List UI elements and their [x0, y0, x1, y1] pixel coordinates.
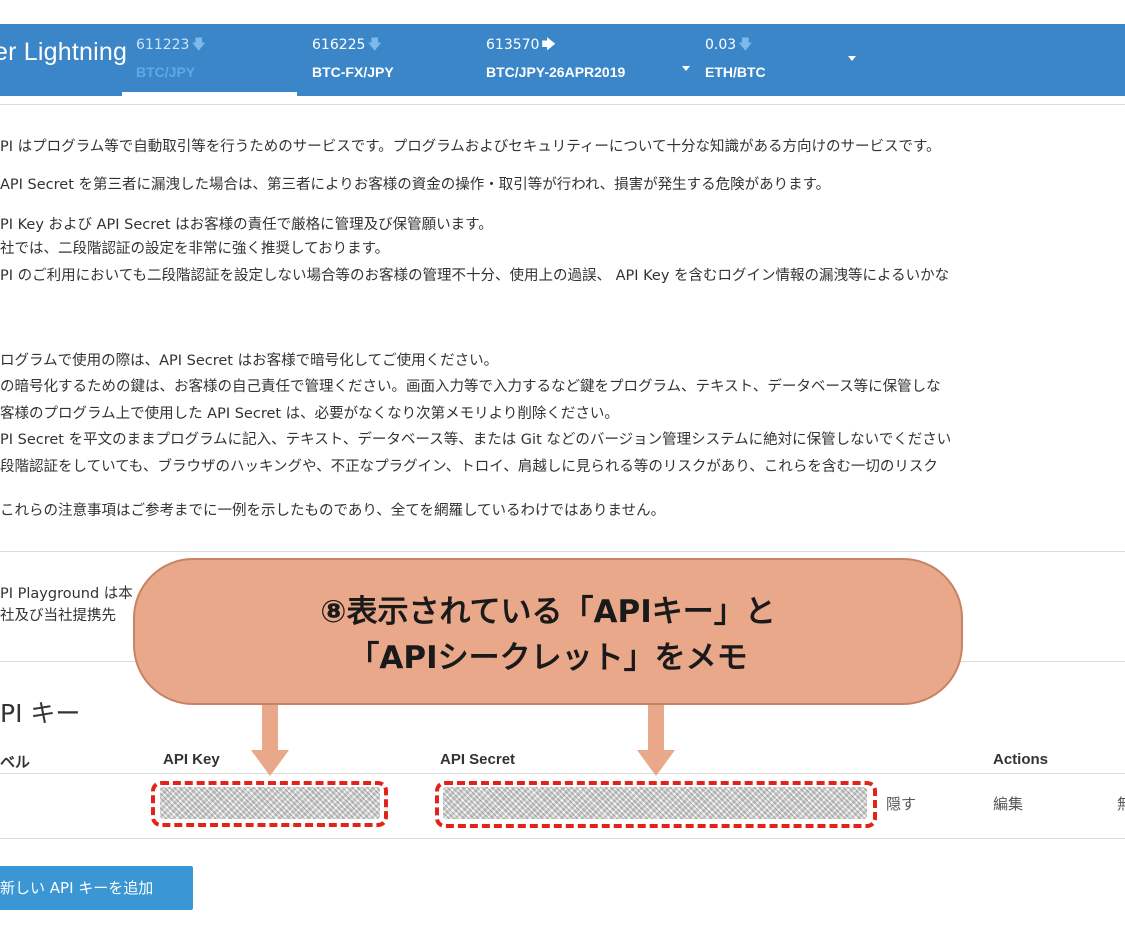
chevron-down-icon[interactable] [848, 56, 856, 61]
annotation-text-line1: ⑧表示されている「APIキー」と [320, 594, 776, 630]
ticker-btc-jpy[interactable]: 611223 🡇 BTC/JPY [136, 34, 206, 80]
api-secret-highlight [435, 781, 877, 828]
notice-line: 社では、二段階認証の設定を非常に強く推奨しております。 [0, 241, 390, 257]
hide-link[interactable]: 隠す [886, 793, 916, 814]
ticker-eth-btc[interactable]: 0.03 🡇 ETH/BTC [705, 34, 766, 80]
ticker-pair: BTC-FX/JPY [312, 64, 394, 80]
notice-line: これらの注意事項はご参考までに一例を示したものであり、全てを網羅しているわけでは… [0, 503, 666, 519]
ticker-pair: BTC/JPY-26APR2019 [486, 64, 626, 80]
divider [0, 104, 1125, 105]
column-header-api-key: API Key [163, 751, 220, 768]
arrow-right-icon: 🡆 [541, 37, 556, 53]
playground-line: 社及び当社提携先 [0, 608, 116, 624]
ticker-price: 0.03 [705, 37, 737, 53]
arrow-down-icon: 🡇 [191, 37, 206, 53]
ticker-btc-jpy-future[interactable]: 613570 🡆 BTC/JPY-26APR2019 [486, 34, 625, 80]
ticker-price: 611223 [136, 37, 190, 53]
chevron-down-icon[interactable] [682, 66, 690, 71]
notice-line: 段階認証をしていても、ブラウザのハッキングや、不正なプラグイン、トロイ、肩越しに… [0, 459, 938, 475]
notice-line: PI Key および API Secret はお客様の責任で厳格に管理及び保管願… [0, 217, 493, 233]
annotation-text-line2: 「APIシークレット」をメモ [348, 640, 748, 676]
active-tab-indicator [122, 92, 297, 96]
app-logo[interactable]: er Lightning [0, 38, 127, 67]
ticker-price: 613570 [486, 37, 540, 53]
annotation-arrow-down-icon [637, 750, 675, 776]
ticker-pair: ETH/BTC [705, 64, 766, 80]
arrow-down-icon: 🡇 [738, 37, 753, 53]
ticker-price: 616225 [312, 37, 366, 53]
ticker-btc-fx-jpy[interactable]: 616225 🡇 BTC-FX/JPY [312, 34, 394, 80]
api-key-highlight [151, 781, 388, 827]
notice-line: API Secret を第三者に漏洩した場合は、第三者によりお客様の資金の操作・… [0, 177, 831, 193]
column-header-api-secret: API Secret [440, 751, 516, 768]
delete-link[interactable]: 無 [1117, 793, 1125, 814]
column-header-actions: Actions [993, 751, 1049, 768]
table-row-divider [0, 838, 1125, 839]
add-api-key-button[interactable]: 新しい API キーを追加 [0, 866, 193, 910]
column-header-level: ベル [0, 754, 31, 771]
table-header-divider [0, 773, 1125, 774]
notice-line: PI Secret を平文のままプログラムに記入、テキスト、データベース等、また… [0, 432, 952, 448]
playground-line: PI Playground は本 [0, 586, 133, 602]
notice-line: PI はプログラム等で自動取引等を行うためのサービスです。プログラムおよびセキュ… [0, 139, 941, 155]
annotation-arrow-shaft [262, 705, 278, 752]
notice-line: PI のご利用においても二段階認証を設定しない場合等のお客様の管理不十分、使用上… [0, 268, 950, 284]
ticker-pair: BTC/JPY [136, 64, 196, 80]
edit-link[interactable]: 編集 [993, 793, 1023, 814]
annotation-arrow-shaft [648, 705, 664, 752]
notice-line: 客様のプログラム上で使用した API Secret は、必要がなくなり次第メモリ… [0, 406, 619, 422]
notice-line: ログラムで使用の際は、API Secret はお客様で暗号化してご使用ください。 [0, 353, 499, 369]
notice-line: の暗号化するための鍵は、お客様の自己責任で管理ください。画面入力等で入力するなど… [0, 379, 941, 395]
section-title-api-keys: PI キー [0, 699, 81, 728]
divider [0, 551, 1125, 552]
top-navbar: er Lightning 611223 🡇 BTC/JPY 616225 🡇 BTC… [0, 24, 1125, 96]
arrow-down-icon: 🡇 [367, 37, 382, 53]
annotation-arrow-down-icon [251, 750, 289, 776]
